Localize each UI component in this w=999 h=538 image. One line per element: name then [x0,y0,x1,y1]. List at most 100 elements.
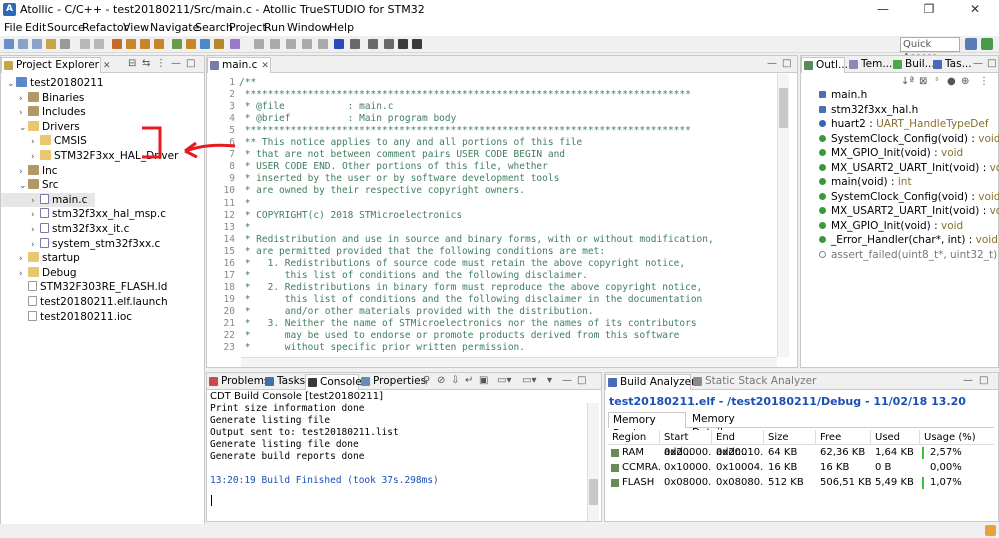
maximize-view-icon[interactable]: □ [979,375,988,386]
table-row[interactable]: CCMRA... 0x10000... 0x10004... 16 KB 16 KB 0 … [608,461,994,475]
clear-console-icon[interactable]: ⊘ [437,375,445,386]
scrollbar-thumb[interactable] [589,479,598,505]
tab-memory-regions[interactable]: Memory Regions [608,412,686,440]
search-icon[interactable] [254,39,264,49]
hide-nonpublic-icon[interactable]: ● [947,76,956,87]
copy-icon[interactable] [80,39,90,49]
code-line[interactable]: ****************************************… [239,125,691,136]
tree-item[interactable]: › Debug [1,266,77,280]
code-line[interactable]: * Redistribution and use in source and b… [239,234,714,245]
pin-console-icon[interactable]: ⚲ [423,375,430,386]
rebuild-icon[interactable] [140,39,150,49]
build-icon[interactable] [112,39,122,49]
outline-item[interactable]: MX_USART2_UART_Init(void) : void [819,204,999,218]
code-line[interactable]: * 1. Redistributions of source code must… [239,258,685,269]
chevron-right-icon[interactable]: › [31,223,40,237]
scroll-lock-icon[interactable]: ⇩ [451,375,459,386]
code-line[interactable]: * are permitted provided that the follow… [239,246,605,257]
hide-static-icon[interactable]: ˢ [935,76,939,87]
word-wrap-icon[interactable]: ↵ [465,375,473,386]
console-scrollbar[interactable] [587,403,599,521]
minimize-view-icon[interactable]: — [973,58,983,69]
code-line[interactable]: * [239,198,251,209]
chevron-right-icon[interactable]: › [31,208,40,222]
tab-outline[interactable]: Outl... [801,57,848,73]
close-icon[interactable]: ✕ [261,61,269,71]
nav-back-icon[interactable] [302,39,312,49]
code-line[interactable]: * and/or other materials provided with t… [239,306,594,317]
tree-item[interactable]: › CMSIS [1,134,87,148]
chevron-right-icon[interactable]: › [31,150,40,164]
collapse-all-icon[interactable]: ⊟ [128,58,136,69]
minimize-view-icon[interactable]: — [562,375,572,386]
outline-item[interactable]: _Error_Handler(char*, int) : void [819,233,998,247]
code-line[interactable]: * this list of conditions and the follow… [239,294,703,305]
tab-problems[interactable]: Problems [207,374,269,390]
tree-item[interactable]: test20180211.ioc [1,310,132,324]
perspective-cpp-icon[interactable] [965,38,977,50]
tree-item[interactable]: ⌄ test20180211 [1,76,104,90]
tab-console[interactable]: Console [305,374,362,390]
tree-item[interactable]: › Inc [1,164,58,178]
new-console-icon[interactable]: ▭▾ [522,375,536,386]
info-icon[interactable] [334,39,344,49]
external-tools-icon[interactable] [214,39,224,49]
back-icon[interactable] [270,39,280,49]
code-line[interactable]: * @brief : Main program body [239,113,457,124]
code-line[interactable]: * [239,222,251,233]
tab-build-targets[interactable]: Buil... [891,57,935,73]
tree-item[interactable]: › main.c [1,192,95,207]
tab-static-stack-analyzer[interactable]: Static Stack Analyzer [691,374,816,390]
vertical-scrollbar[interactable] [777,74,789,357]
debug-icon[interactable] [172,39,182,49]
fullscreen-icon[interactable] [398,39,408,49]
menu-refactor[interactable]: Refactor [82,21,128,34]
sort-icon[interactable]: ↓ª [901,76,914,87]
tab-properties[interactable]: Properties [359,374,426,390]
tree-item[interactable]: › stm32f3xx_it.c [1,222,129,236]
table-row[interactable]: RAM 0x20000... 0x20010... 64 KB 62,36 KB 1,64… [608,446,994,460]
minimize-view-icon[interactable]: — [171,58,181,69]
code-line[interactable]: * 2. Redistributions in binary form must… [239,282,703,293]
group-includes-icon[interactable]: ⊕ [961,76,969,87]
hide-fields-icon[interactable]: ⊠ [919,76,927,87]
column-size[interactable]: Size [764,430,816,445]
column-used[interactable]: Used [871,430,920,445]
code-line[interactable]: * that are not between comment pairs USE… [239,149,565,160]
chevron-right-icon[interactable]: › [31,238,40,252]
code-line[interactable]: ** This notice applies to any and all po… [239,137,582,148]
column-start-address[interactable]: Start add... [660,430,712,458]
tree-item[interactable]: ⌄ Src [1,178,59,192]
minimize-view-icon[interactable]: — [963,375,973,386]
quick-access-input[interactable]: Quick Access [900,37,960,63]
run-icon[interactable] [200,39,210,49]
outline-item[interactable]: main(void) : int [819,175,912,189]
outline-item[interactable]: stm32f3xx_hal.h [819,103,918,117]
menu-project[interactable]: Project [229,21,267,34]
code-line[interactable]: * may be used to endorse or promote prod… [239,330,680,341]
tree-item[interactable]: › startup [1,251,80,265]
horizontal-scrollbar[interactable] [241,357,777,367]
outline-item[interactable]: main.h [819,88,867,102]
code-line[interactable]: /** [239,77,256,88]
code-line[interactable]: * without specific prior written permiss… [239,342,525,353]
save-icon[interactable] [18,39,28,49]
column-usage[interactable]: Usage (%) [920,430,994,445]
menu-navigate[interactable]: Navigate [150,21,199,34]
code-line[interactable]: * inserted by the user or by software de… [239,173,560,184]
link-editor-icon[interactable]: ⇆ [142,58,150,69]
outline-item[interactable]: SystemClock_Config(void) : void [819,190,999,204]
code-line[interactable]: ****************************************… [239,89,691,100]
tab-memory-details[interactable]: Memory Details [688,412,762,439]
table-row[interactable]: FLASH 0x08000... 0x08080... 512 KB 506,51 KB… [608,476,994,490]
tab-main-c[interactable]: main.c ✕ [207,57,271,73]
maximize-view-icon[interactable]: □ [186,58,195,69]
maximize-view-icon[interactable]: □ [987,58,996,69]
paste-icon[interactable] [94,39,104,49]
code-line[interactable]: * are owned by their respective copyrigh… [239,185,525,196]
column-region[interactable]: Region [608,430,660,445]
perspective-debug-icon[interactable] [981,38,993,50]
tree-item[interactable]: › system_stm32f3xx.c [1,237,160,251]
code-line[interactable]: * USER CODE END. Other portions of this … [239,161,548,172]
open-icon[interactable] [46,39,56,49]
